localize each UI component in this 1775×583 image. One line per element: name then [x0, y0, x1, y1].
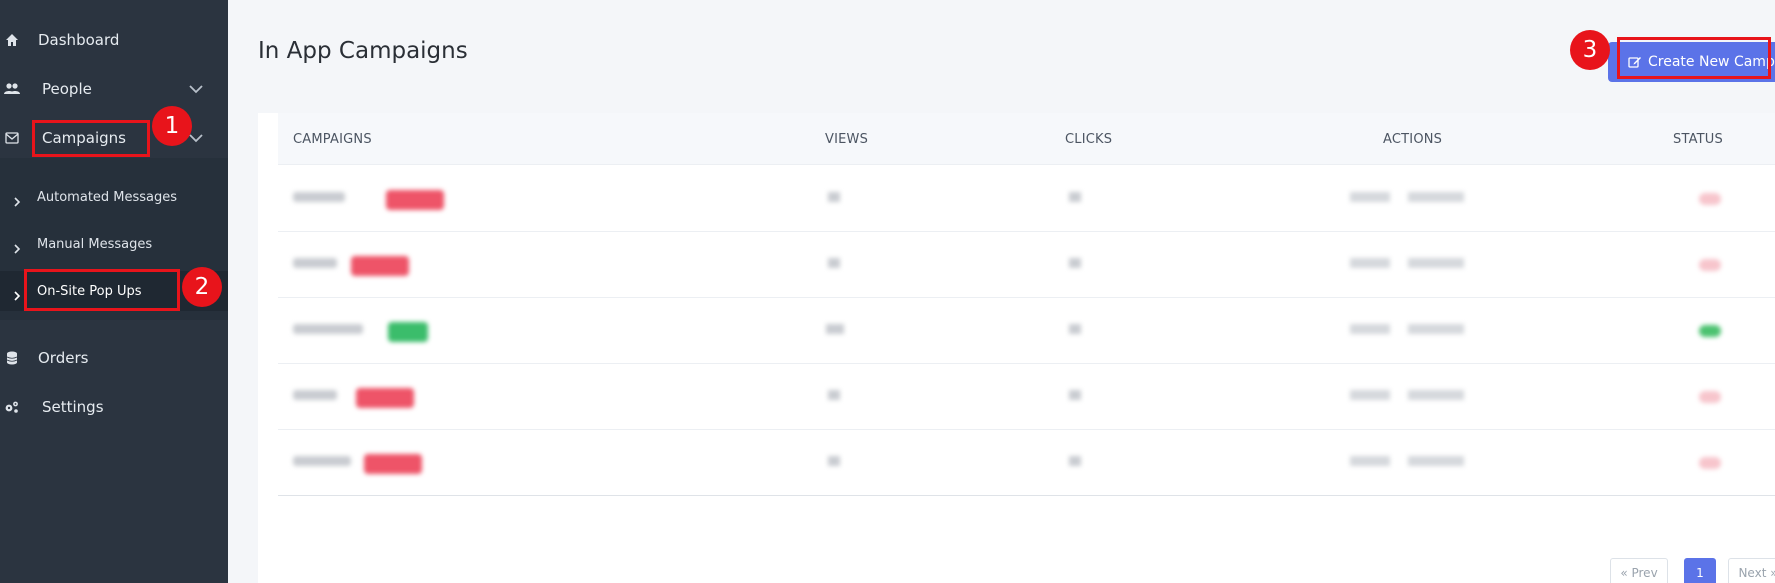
- pagination-prev[interactable]: « Prev: [1610, 558, 1668, 583]
- sidebar-item-campaigns[interactable]: Campaigns: [0, 118, 228, 158]
- clicks-value-blurred: [1069, 192, 1081, 202]
- edit-action-blurred[interactable]: [1350, 456, 1390, 466]
- delete-action-blurred[interactable]: [1408, 192, 1464, 202]
- delete-action-blurred[interactable]: [1408, 456, 1464, 466]
- views-value-blurred: [828, 390, 840, 400]
- clicks-value-blurred: [1069, 324, 1081, 334]
- views-value-blurred: [826, 324, 844, 334]
- table-row[interactable]: [278, 166, 1775, 232]
- sidebar-item-label: Campaigns: [42, 129, 127, 147]
- table-header: [278, 113, 1775, 165]
- submenu-item-label: Manual Messages: [37, 236, 153, 252]
- status-toggle[interactable]: [1699, 325, 1721, 337]
- sidebar-item-people[interactable]: People: [0, 69, 228, 109]
- column-header-campaigns[interactable]: CAMPAIGNS: [293, 132, 372, 147]
- status-badge: [364, 454, 422, 474]
- views-value-blurred: [828, 456, 840, 466]
- sidebar-item-label: Dashboard: [38, 31, 120, 49]
- submenu-item-label: Automated Messages: [37, 189, 178, 205]
- annotation-marker: 2: [182, 267, 222, 307]
- campaign-name-blurred: [293, 192, 345, 202]
- sidebar-item-dashboard[interactable]: Dashboard: [0, 20, 228, 60]
- status-badge: [356, 388, 414, 408]
- gears-icon: [4, 399, 20, 415]
- edit-action-blurred[interactable]: [1350, 192, 1390, 202]
- create-new-campaign-button[interactable]: Create New Campa: [1608, 42, 1775, 82]
- status-toggle[interactable]: [1699, 457, 1721, 469]
- pagination-page[interactable]: 1: [1684, 558, 1716, 583]
- status-badge: [351, 256, 409, 276]
- campaign-name-blurred: [293, 390, 337, 400]
- chevron-right-icon: [12, 239, 22, 254]
- annotation-marker: 3: [1570, 30, 1610, 70]
- views-value-blurred: [828, 192, 840, 202]
- status-toggle[interactable]: [1699, 391, 1721, 403]
- users-icon: [4, 81, 20, 97]
- sidebar-item-label: Orders: [38, 349, 89, 367]
- column-header-clicks[interactable]: CLICKS: [1065, 132, 1112, 147]
- status-badge: [386, 190, 444, 210]
- chevron-right-icon: [12, 286, 22, 301]
- create-button-label: Create New Campa: [1648, 54, 1775, 70]
- delete-action-blurred[interactable]: [1408, 324, 1464, 334]
- campaign-name-blurred: [293, 258, 337, 268]
- edit-icon: [1628, 55, 1642, 69]
- table-row[interactable]: [278, 298, 1775, 364]
- status-badge: [388, 322, 428, 342]
- sidebar-item-label: People: [42, 80, 92, 98]
- delete-action-blurred[interactable]: [1408, 390, 1464, 400]
- sidebar-item-label: Settings: [42, 398, 104, 416]
- submenu-item-label: On-Site Pop Ups: [37, 283, 142, 299]
- edit-action-blurred[interactable]: [1350, 324, 1390, 334]
- chevron-down-icon[interactable]: [188, 81, 204, 97]
- status-toggle[interactable]: [1699, 193, 1721, 205]
- clicks-value-blurred: [1069, 390, 1081, 400]
- status-toggle[interactable]: [1699, 259, 1721, 271]
- campaign-name-blurred: [293, 456, 351, 466]
- chevron-right-icon: [12, 192, 22, 207]
- table-row[interactable]: [278, 232, 1775, 298]
- column-header-status: STATUS: [1673, 132, 1723, 147]
- home-icon: [4, 32, 20, 48]
- edit-action-blurred[interactable]: [1350, 390, 1390, 400]
- column-header-actions: ACTIONS: [1383, 132, 1443, 147]
- edit-action-blurred[interactable]: [1350, 258, 1390, 268]
- column-header-views[interactable]: VIEWS: [825, 132, 868, 147]
- campaign-name-blurred: [293, 324, 363, 334]
- table-row[interactable]: [278, 430, 1775, 496]
- pagination-next[interactable]: Next »: [1728, 558, 1775, 583]
- table-row[interactable]: [278, 364, 1775, 430]
- sidebar-item-settings[interactable]: Settings: [0, 387, 228, 427]
- submenu-item-manual-messages[interactable]: Manual Messages: [0, 224, 228, 264]
- views-value-blurred: [828, 258, 840, 268]
- sidebar-item-orders[interactable]: Orders: [0, 338, 228, 378]
- database-icon: [4, 350, 20, 366]
- clicks-value-blurred: [1069, 258, 1081, 268]
- page-title: In App Campaigns: [258, 38, 468, 64]
- envelope-icon: [4, 130, 20, 146]
- delete-action-blurred[interactable]: [1408, 258, 1464, 268]
- annotation-marker: 1: [152, 106, 192, 146]
- submenu-item-automated-messages[interactable]: Automated Messages: [0, 177, 228, 217]
- clicks-value-blurred: [1069, 456, 1081, 466]
